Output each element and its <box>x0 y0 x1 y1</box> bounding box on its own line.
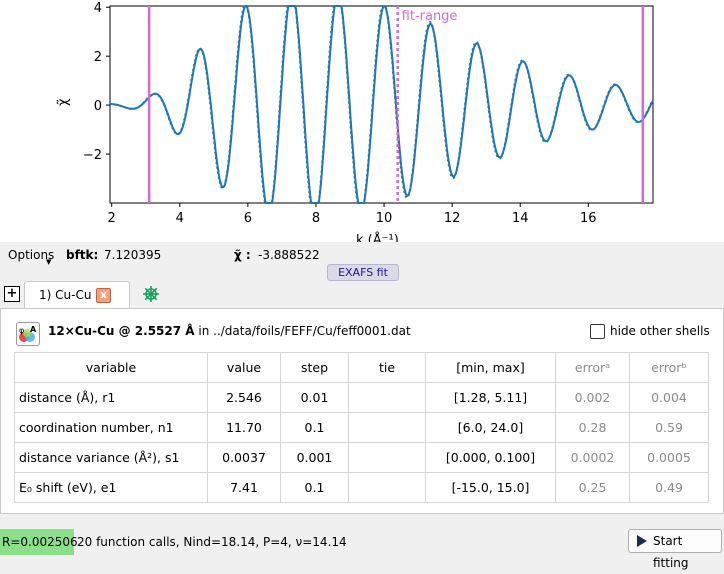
tie-cell[interactable] <box>348 412 426 443</box>
table-header-row: variable value step tie [min, max] error… <box>14 352 709 383</box>
parameter-table: variable value step tie [min, max] error… <box>14 352 709 503</box>
x-tick-label: 16 <box>580 211 597 226</box>
value-cell[interactable]: 2.546 <box>207 382 281 413</box>
hide-other-shells-label[interactable]: hide other shells <box>610 324 710 338</box>
x-tick-label: 14 <box>512 211 529 226</box>
exafs-fit-badge: EXAFS fit <box>327 264 399 281</box>
y-axis-label: χ̃ <box>56 98 71 106</box>
tab-close-icon[interactable]: x <box>96 288 111 303</box>
hide-other-shells-checkbox[interactable] <box>590 324 605 339</box>
error-b-cell: 0.004 <box>629 382 709 413</box>
x-tick-label: 8 <box>312 211 320 226</box>
plot-canvas[interactable]: 2 4 6 8 10 12 14 16 4 2 0 −2 fit-range χ̃ k (Å⁻¹) <box>0 0 724 242</box>
fit-range-label: fit-range <box>402 9 458 24</box>
path-title: 12×Cu-Cu @ 2.5527 Å in ../data/foils/FEF… <box>48 324 411 338</box>
error-b-cell: 0.49 <box>629 472 709 503</box>
chi-label: χ̃ : <box>234 248 251 262</box>
path-title-rest: in ../data/foils/FEFF/Cu/feff0001.dat <box>194 324 411 338</box>
error-b-cell: 0.59 <box>629 412 709 443</box>
y-tick-label: 4 <box>94 1 102 16</box>
error-a-cell: 0.25 <box>555 472 630 503</box>
x-tick-label: 6 <box>244 211 252 226</box>
variable-cell: E₀ shift (eV), e1 <box>14 472 208 503</box>
y-tick-label: 2 <box>94 50 102 65</box>
tab-label: 1) Cu-Cu <box>39 288 92 302</box>
step-cell[interactable]: 0.1 <box>280 412 349 443</box>
fit-info-text: 20 function calls, Nind=18.14, P=4, ν=14… <box>77 535 347 549</box>
col-header-value: value <box>207 352 281 383</box>
range-cell[interactable]: [-15.0, 15.0] <box>425 472 556 503</box>
add-tab-button[interactable]: + <box>4 286 20 302</box>
fit-curve <box>110 5 654 204</box>
error-a-cell: 0.28 <box>555 412 630 443</box>
chi-value: -3.888522 <box>258 248 320 262</box>
col-header-tie: tie <box>348 352 426 383</box>
tab-cu-cu[interactable]: 1) Cu-Cu x <box>24 281 130 309</box>
svg-text:A: A <box>30 325 37 334</box>
table-row[interactable]: coordination number, n1 11.70 0.1 [6.0, … <box>14 412 709 443</box>
step-cell[interactable]: 0.01 <box>280 382 349 413</box>
step-cell[interactable]: 0.1 <box>280 472 349 503</box>
variable-cell: distance variance (Å²), s1 <box>14 442 208 473</box>
value-cell[interactable]: 11.70 <box>207 412 281 443</box>
error-b-cell: 0.0005 <box>629 442 709 473</box>
error-a-cell: 0.002 <box>555 382 630 413</box>
range-cell[interactable]: [0.000, 0.100] <box>425 442 556 473</box>
error-a-cell: 0.0002 <box>555 442 630 473</box>
start-fitting-button[interactable]: Start fitting <box>628 529 722 570</box>
variable-cell: coordination number, n1 <box>14 412 208 443</box>
start-fitting-label: Start fitting <box>653 534 689 570</box>
col-header-variable: variable <box>14 352 208 383</box>
tie-cell[interactable] <box>348 442 426 473</box>
bftk-label: bftk: <box>66 248 99 262</box>
x-tick-label: 10 <box>376 211 393 226</box>
x-tick-label: 12 <box>444 211 461 226</box>
col-header-error-b: errorᵇ <box>629 352 709 383</box>
value-cell[interactable]: 7.41 <box>207 472 281 503</box>
feff-path-icon: φ A <box>16 322 40 346</box>
col-header-minmax: [min, max] <box>425 352 556 383</box>
table-row[interactable]: E₀ shift (eV), e1 7.41 0.1 [-15.0, 15.0]… <box>14 472 709 503</box>
value-cell[interactable]: 0.0037 <box>207 442 281 473</box>
range-cell[interactable]: [6.0, 24.0] <box>425 412 556 443</box>
tie-cell[interactable] <box>348 382 426 413</box>
plot-frame <box>109 5 654 204</box>
col-header-error-a: errorᵃ <box>555 352 630 383</box>
step-cell[interactable]: 0.001 <box>280 442 349 473</box>
variable-cell: distance (Å), r1 <box>14 382 208 413</box>
table-row[interactable]: distance variance (Å²), s1 0.0037 0.001 … <box>14 442 709 473</box>
x-axis-label: k (Å⁻¹) <box>356 232 399 242</box>
table-row[interactable]: distance (Å), r1 2.546 0.01 [1.28, 5.11]… <box>14 382 709 413</box>
x-tick-label: 4 <box>176 211 184 226</box>
y-tick-label: 0 <box>94 99 102 114</box>
range-cell[interactable]: [1.28, 5.11] <box>425 382 556 413</box>
svg-text:φ: φ <box>19 326 24 335</box>
x-tick-label: 2 <box>108 211 116 226</box>
play-icon <box>637 535 647 547</box>
bftk-value: 7.120395 <box>104 248 162 262</box>
col-header-step: step <box>280 352 349 383</box>
tie-cell[interactable] <box>348 472 426 503</box>
options-chevron-icon[interactable]: ▼ <box>46 258 51 266</box>
path-title-bold: 12×Cu-Cu @ 2.5527 Å <box>48 324 195 338</box>
settings-wheel-icon[interactable] <box>142 285 160 303</box>
chi-k-plot[interactable]: 2 4 6 8 10 12 14 16 4 2 0 −2 fit-range χ̃ k (Å⁻¹) <box>0 0 724 242</box>
y-tick-label: −2 <box>83 148 102 163</box>
data-curve <box>110 4 654 204</box>
r-factor-badge: R=0.002506 <box>0 529 78 555</box>
